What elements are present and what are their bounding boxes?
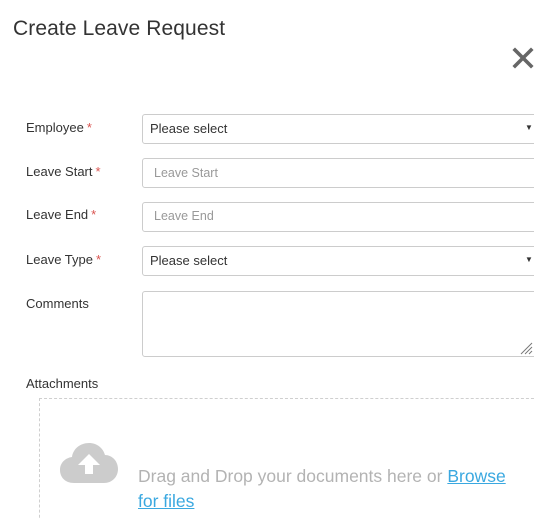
comments-textarea[interactable] (142, 291, 534, 357)
employee-label: Employee * (26, 120, 92, 135)
leave-end-placeholder: Leave End (154, 209, 214, 223)
leave-type-select[interactable]: Please select ▼ (142, 246, 534, 276)
resize-grip-icon[interactable] (520, 342, 533, 355)
required-mark: * (95, 164, 101, 179)
required-mark: * (95, 252, 102, 267)
required-mark: * (91, 207, 97, 222)
dropzone-text: Drag and Drop your documents here or Bro… (138, 464, 528, 514)
dropzone-instruction: Drag and Drop your documents here or (138, 466, 443, 486)
modal-title: Create Leave Request (13, 17, 226, 40)
close-icon (512, 47, 534, 69)
chevron-down-icon: ▼ (525, 255, 533, 264)
employee-select[interactable]: Please select ▼ (142, 114, 534, 144)
required-mark: * (86, 120, 92, 135)
leave-type-label: Leave Type * (26, 252, 102, 267)
attachments-label: Attachments (26, 376, 99, 391)
leave-start-input[interactable]: Leave Start (142, 158, 534, 188)
cloud-upload-icon (60, 443, 118, 483)
leave-end-input[interactable]: Leave End (142, 202, 534, 232)
create-leave-request-modal: Create Leave Request Employee * Please se… (0, 0, 534, 518)
close-button[interactable] (512, 47, 534, 69)
leave-start-placeholder: Leave Start (154, 166, 218, 180)
chevron-down-icon: ▼ (525, 123, 533, 132)
employee-select-value: Please select (150, 121, 228, 136)
leave-type-select-value: Please select (150, 253, 228, 268)
leave-start-label: Leave Start * (26, 164, 101, 179)
leave-end-label: Leave End * (26, 207, 97, 222)
comments-label: Comments (26, 296, 89, 311)
